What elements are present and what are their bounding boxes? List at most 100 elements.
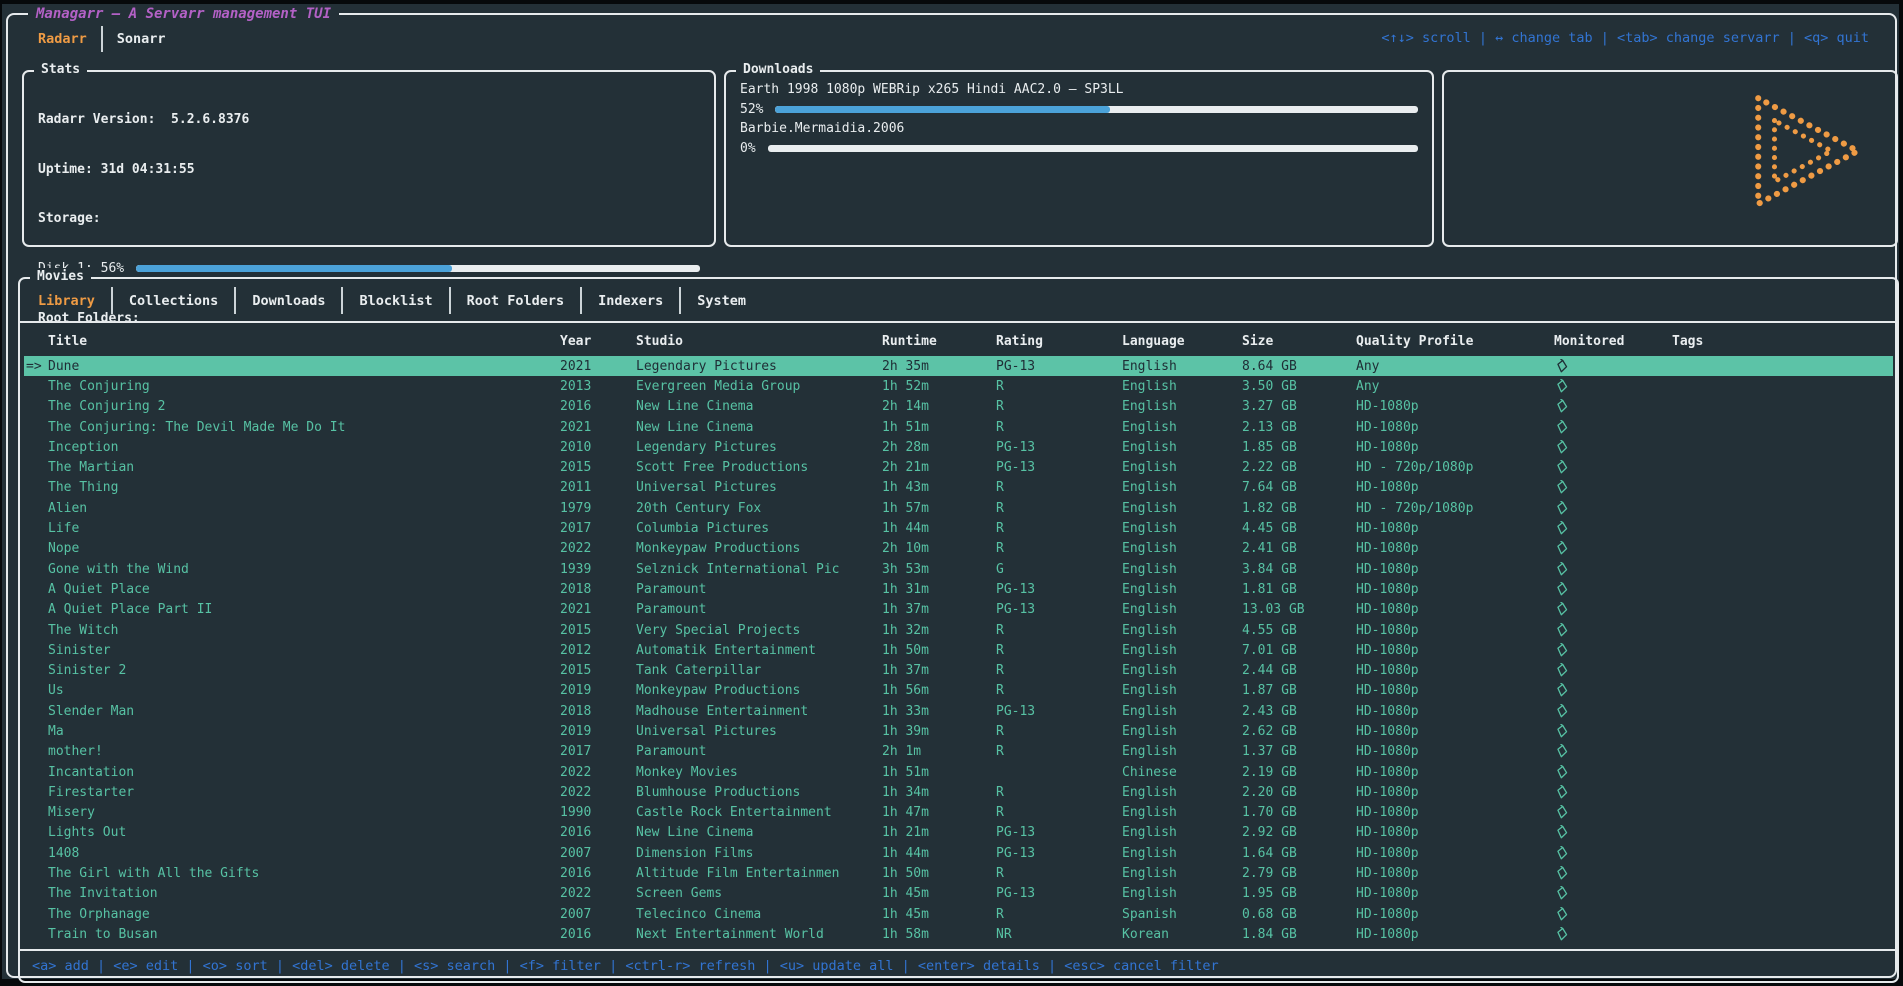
monitored-cell <box>1554 602 1672 617</box>
runtime-cell: 1h 57m <box>882 501 996 516</box>
title-cell: Sinister <box>48 643 560 658</box>
runtime-cell: 1h 37m <box>882 663 996 678</box>
year-cell: 2022 <box>560 765 636 780</box>
rating-cell: NR <box>996 927 1122 942</box>
table-row[interactable]: Slender Man2018Madhouse Entertainment1h … <box>24 701 1893 721</box>
table-row[interactable]: Sinister2012Automatik Entertainment1h 50… <box>24 640 1893 660</box>
table-row[interactable]: A Quiet Place2018Paramount1h 31mPG-13Eng… <box>24 579 1893 599</box>
servarr-tab-sonarr[interactable]: Sonarr <box>107 31 176 47</box>
monitored-tag-icon <box>1554 460 1569 475</box>
language-cell: English <box>1122 480 1242 495</box>
col-header-size: Size <box>1242 334 1356 349</box>
table-row[interactable]: Ma2019Universal Pictures1h 39mREnglish2.… <box>24 721 1893 741</box>
title-cell: The Conjuring: The Devil Made Me Do It <box>48 420 560 435</box>
download-item-name: Earth 1998 1080p WEBRip x265 Hindi AAC2.… <box>740 80 1418 100</box>
tab-separator <box>580 287 582 314</box>
runtime-cell: 1h 34m <box>882 785 996 800</box>
table-row[interactable]: Gone with the Wind1939Selznick Internati… <box>24 559 1893 579</box>
rating-cell: R <box>996 420 1122 435</box>
app-frame: Managarr – A Servarr management TUI Rada… <box>6 13 1897 978</box>
tab-collections[interactable]: Collections <box>119 293 228 309</box>
monitored-tag-icon <box>1554 805 1569 820</box>
tab-indexers[interactable]: Indexers <box>588 293 673 309</box>
table-row[interactable]: Incantation2022Monkey Movies1h 51mChines… <box>24 762 1893 782</box>
tab-system[interactable]: System <box>687 293 756 309</box>
studio-cell: Legendary Pictures <box>636 440 882 455</box>
tab-separator <box>111 287 113 314</box>
studio-cell: Evergreen Media Group <box>636 379 882 394</box>
year-cell: 2022 <box>560 886 636 901</box>
table-row[interactable]: The Martian2015Scott Free Productions2h … <box>24 457 1893 477</box>
table-row[interactable]: A Quiet Place Part II2021Paramount1h 37m… <box>24 600 1893 620</box>
table-row[interactable]: The Thing2011Universal Pictures1h 43mREn… <box>24 478 1893 498</box>
runtime-cell: 1h 33m <box>882 704 996 719</box>
table-row[interactable]: Misery1990Castle Rock Entertainment1h 47… <box>24 803 1893 823</box>
title-cell: The Orphanage <box>48 907 560 922</box>
tab-library[interactable]: Library <box>28 293 105 309</box>
monitored-tag-icon <box>1554 643 1569 658</box>
quality-profile-cell: HD-1080p <box>1356 541 1554 556</box>
table-row[interactable]: The Conjuring: The Devil Made Me Do It20… <box>24 417 1893 437</box>
runtime-cell: 1h 58m <box>882 927 996 942</box>
table-row[interactable]: Nope2022Monkeypaw Productions2h 10mREngl… <box>24 539 1893 559</box>
studio-cell: Paramount <box>636 602 882 617</box>
quality-profile-cell: HD - 720p/1080p <box>1356 501 1554 516</box>
table-row[interactable]: The Invitation2022Screen Gems1h 45mPG-13… <box>24 884 1893 904</box>
table-row[interactable]: The Witch2015Very Special Projects1h 32m… <box>24 620 1893 640</box>
table-row[interactable]: mother!2017Paramount2h 1mREnglish1.37 GB… <box>24 742 1893 762</box>
rating-cell: R <box>996 785 1122 800</box>
studio-cell: Automatik Entertainment <box>636 643 882 658</box>
table-row[interactable]: Sinister 22015Tank Caterpillar1h 37mREng… <box>24 660 1893 680</box>
tab-blocklist[interactable]: Blocklist <box>349 293 442 309</box>
stats-panel-title: Stats <box>34 61 87 79</box>
table-row[interactable]: The Orphanage2007Telecinco Cinema1h 45mR… <box>24 904 1893 924</box>
servarr-tab-radarr[interactable]: Radarr <box>28 31 97 47</box>
quality-profile-cell: HD-1080p <box>1356 399 1554 414</box>
table-row[interactable]: The Conjuring 22016New Line Cinema2h 14m… <box>24 397 1893 417</box>
table-row[interactable]: Us2019Monkeypaw Productions1h 56mREnglis… <box>24 681 1893 701</box>
language-cell: English <box>1122 846 1242 861</box>
table-row[interactable]: The Girl with All the Gifts2016Altitude … <box>24 863 1893 883</box>
language-cell: English <box>1122 562 1242 577</box>
language-cell: English <box>1122 805 1242 820</box>
monitored-tag-icon <box>1554 846 1569 861</box>
monitored-tag-icon <box>1554 521 1569 536</box>
language-cell: English <box>1122 623 1242 638</box>
table-row[interactable]: The Conjuring2013Evergreen Media Group1h… <box>24 376 1893 396</box>
table-row[interactable]: =>Dune2021Legendary Pictures2h 35mPG-13E… <box>24 356 1893 376</box>
quality-profile-cell: HD-1080p <box>1356 562 1554 577</box>
radarr-version-line: Radarr Version: 5.2.6.8376 <box>38 110 700 130</box>
table-row[interactable]: Firestarter2022Blumhouse Productions1h 3… <box>24 782 1893 802</box>
tab-downloads[interactable]: Downloads <box>242 293 335 309</box>
language-cell: Chinese <box>1122 765 1242 780</box>
downloads-panel: Downloads Earth 1998 1080p WEBRip x265 H… <box>724 70 1434 247</box>
table-row[interactable]: Life2017Columbia Pictures1h 44mREnglish4… <box>24 518 1893 538</box>
size-cell: 0.68 GB <box>1242 907 1356 922</box>
language-cell: English <box>1122 359 1242 374</box>
table-row[interactable]: Lights Out2016New Line Cinema1h 21mPG-13… <box>24 823 1893 843</box>
tab-root-folders[interactable]: Root Folders <box>457 293 575 309</box>
language-cell: English <box>1122 521 1242 536</box>
year-cell: 2017 <box>560 744 636 759</box>
table-row[interactable]: Inception2010Legendary Pictures2h 28mPG-… <box>24 437 1893 457</box>
rating-cell: PG-13 <box>996 460 1122 475</box>
size-cell: 1.82 GB <box>1242 501 1356 516</box>
language-cell: English <box>1122 663 1242 678</box>
col-header-quality-profile: Quality Profile <box>1356 334 1554 349</box>
monitored-cell <box>1554 460 1672 475</box>
table-row[interactable]: Train to Busan2016Next Entertainment Wor… <box>24 924 1893 944</box>
monitored-tag-icon <box>1554 704 1569 719</box>
size-cell: 4.45 GB <box>1242 521 1356 536</box>
studio-cell: Altitude Film Entertainmen <box>636 866 882 881</box>
runtime-cell: 2h 21m <box>882 460 996 475</box>
quality-profile-cell: HD-1080p <box>1356 683 1554 698</box>
studio-cell: Monkeypaw Productions <box>636 541 882 556</box>
table-row[interactable]: Alien197920th Century Fox1h 57mREnglish1… <box>24 498 1893 518</box>
year-cell: 2010 <box>560 440 636 455</box>
language-cell: Korean <box>1122 927 1242 942</box>
table-row[interactable]: 14082007Dimension Films1h 44mPG-13Englis… <box>24 843 1893 863</box>
title-cell: Lights Out <box>48 825 560 840</box>
size-cell: 2.79 GB <box>1242 866 1356 881</box>
size-cell: 3.84 GB <box>1242 562 1356 577</box>
studio-cell: New Line Cinema <box>636 825 882 840</box>
